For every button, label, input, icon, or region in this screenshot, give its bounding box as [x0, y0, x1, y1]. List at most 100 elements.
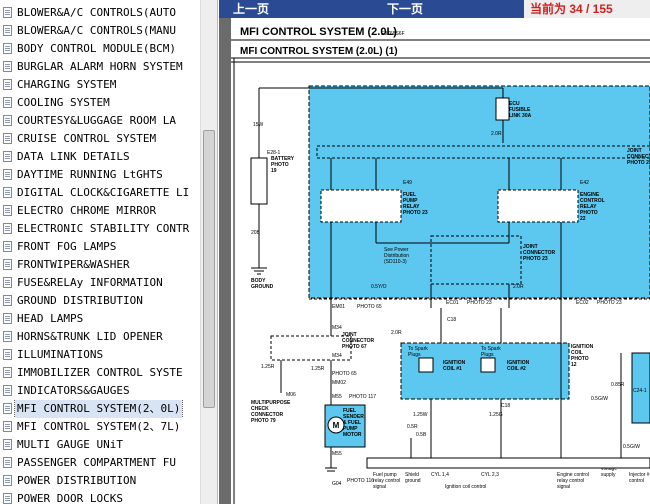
tree-item[interactable]: ELECTRO CHROME MIRROR — [0, 202, 200, 220]
navigation-sidebar: BLOWER&A/C CONTROLS(AUTO BLOWER&A/C CONTR… — [0, 0, 218, 504]
tree-item[interactable]: COOLING SYSTEM — [0, 94, 200, 112]
wire-label: 2.0R — [491, 131, 502, 137]
tree-item[interactable]: HEAD LAMPS — [0, 310, 200, 328]
tree-item-label: PASSENGER COMPARTMENT FU — [17, 456, 176, 469]
tree-item[interactable]: ELECTRONIC STABILITY CONTR — [0, 220, 200, 238]
component-label: COIL #1 — [443, 366, 462, 372]
page-icon — [3, 151, 12, 162]
tree-item[interactable]: BLOWER&A/C CONTROLS(AUTO — [0, 4, 200, 22]
tree-item[interactable]: INDICATORS&GAUGES — [0, 382, 200, 400]
page-icon — [3, 61, 12, 72]
component-label: PHOTO 79 — [251, 418, 276, 424]
tree-item[interactable]: DATA LINK DETAILS — [0, 148, 200, 166]
motor-letter: M — [333, 421, 340, 430]
wire-label: 20B — [251, 230, 261, 236]
tree-item-label: IMMOBILIZER CONTROL SYSTE — [17, 366, 183, 379]
tree-item-label: ELECTRO CHROME MIRROR — [17, 204, 157, 217]
component-label: 22 — [580, 216, 586, 222]
tree-item[interactable]: MULTI GAUGE UNiT — [0, 436, 200, 454]
tree-item[interactable]: MFI CONTROL SYSTEM(2、7L) — [0, 418, 200, 436]
page-icon — [3, 421, 12, 432]
connector-label: C24-1 — [633, 388, 647, 394]
photo-label: PHOTO 23 — [597, 300, 622, 306]
tree-item-label: MULTI GAUGE UNiT — [17, 438, 123, 451]
fuse — [495, 97, 510, 121]
tree-item-label: CHARGING SYSTEM — [17, 78, 117, 91]
tree-item[interactable]: IMMOBILIZER CONTROL SYSTE — [0, 364, 200, 382]
coil-symbol — [418, 357, 434, 373]
tree-item-label: BURGLAR ALARM HORN SYSTEM — [17, 60, 183, 73]
sidebar-scrollbar[interactable] — [200, 0, 217, 504]
tree-item[interactable]: BODY CONTROL MODULE(BCM) — [0, 40, 200, 58]
wire-label: 1.25G — [489, 412, 503, 418]
component-label: GROUND — [251, 284, 274, 290]
page-icon — [3, 259, 12, 270]
tree-item[interactable]: FRONTWIPER&WASHER — [0, 256, 200, 274]
tree-item-label: ELECTRONIC STABILITY CONTR — [17, 222, 190, 235]
next-page-button[interactable]: 下一页 — [387, 0, 423, 18]
tree-item[interactable]: MFI CONTROL SYSTEM(2、0L) — [0, 400, 200, 418]
tree-item-label: FRONT FOG LAMPS — [17, 240, 117, 253]
connector-label: EC01 — [446, 300, 459, 306]
page-icon — [3, 7, 12, 18]
tree-item[interactable]: GROUND DISTRIBUTION — [0, 292, 200, 310]
wire-label: 0.5G/W — [623, 444, 640, 450]
component-label: COIL #2 — [507, 366, 526, 372]
page-icon — [3, 367, 12, 378]
tree-item-label: DAYTIME RUNNING LtGHTS — [17, 168, 163, 181]
tree-item-label: INDICATORS&GAUGES — [17, 384, 130, 397]
prev-page-button[interactable]: 上一页 — [233, 0, 269, 18]
tree-item[interactable]: ILLUMINATIONS — [0, 346, 200, 364]
component-label: PHOTO 23 — [403, 210, 428, 216]
page-icon — [3, 187, 12, 198]
tree-item[interactable]: COURTESY&LUGGAGE ROOM LA — [0, 112, 200, 130]
page-icon — [3, 97, 12, 108]
component-label: Plugs — [408, 352, 421, 358]
tree-item[interactable]: FUSE&RELAy INFORMATION — [0, 274, 200, 292]
photo-label: PHOTO 23 — [467, 300, 492, 306]
tree-item[interactable]: DAYTIME RUNNING LtGHTS — [0, 166, 200, 184]
diagram-subtitle: MFI CONTROL SYSTEM (2.0L) (1) — [240, 46, 398, 57]
tree-item[interactable]: FRONT FOG LAMPS — [0, 238, 200, 256]
coil-symbol — [480, 357, 496, 373]
tree-item[interactable]: HORNS&TRUNK LID OPENER — [0, 328, 200, 346]
tree-item[interactable]: CRUISE CONTROL SYSTEM — [0, 130, 200, 148]
photo-label: PHOTO 116 — [347, 478, 374, 484]
tree-item-label: POWER DOOR LOCKS — [17, 492, 123, 504]
tree-item-label: COOLING SYSTEM — [17, 96, 110, 109]
page-icon — [3, 475, 12, 486]
tree-item-label: MFI CONTROL SYSTEM(2、0L) — [13, 400, 184, 418]
tree-item[interactable]: CHARGING SYSTEM — [0, 76, 200, 94]
tree-item[interactable]: DIGITAL CLOCK&CIGARETTE LI — [0, 184, 200, 202]
tree-item[interactable]: POWER DISTRIBUTION — [0, 472, 200, 490]
ecm-connector — [366, 457, 650, 469]
photo-label: PHOTO 65 — [357, 304, 382, 310]
connector-label: M34 — [332, 353, 342, 359]
wire-label: 0.5R — [407, 424, 418, 430]
component-label: PHOTO 67 — [342, 344, 367, 350]
page-icon — [3, 43, 12, 54]
bottom-label: signal — [557, 484, 570, 490]
tree-item[interactable]: POWER DOOR LOCKS — [0, 490, 200, 504]
component-label: (SD110-3) — [384, 259, 407, 265]
tree-item[interactable]: BLOWER&A/C CONTROLS(MANU — [0, 22, 200, 40]
connector-label: C18 — [501, 403, 510, 409]
tree-item[interactable]: BURGLAR ALARM HORN SYSTEM — [0, 58, 200, 76]
component-label: Plugs — [481, 352, 494, 358]
component-label: 19 — [271, 168, 277, 174]
tree-item[interactable]: PASSENGER COMPARTMENT FU — [0, 454, 200, 472]
fuse-label: LINK 30A — [509, 113, 532, 119]
wire-label: 0.5G/W — [591, 396, 608, 402]
engine-control-relay — [497, 189, 579, 223]
page-icon — [3, 241, 12, 252]
connector-label: EC02 — [576, 300, 589, 306]
connector-label: M34 — [332, 325, 342, 331]
page-icon — [3, 223, 12, 234]
connector-label: E42 — [580, 180, 589, 186]
connector-label: E49 — [403, 180, 412, 186]
connector-label: G04 — [332, 481, 342, 487]
tree-item-label: ILLUMINATIONS — [17, 348, 104, 361]
sidebar-scrollbar-thumb[interactable] — [203, 130, 215, 408]
photo-label: PHOTO 65 — [332, 371, 357, 377]
page-icon — [3, 403, 12, 414]
